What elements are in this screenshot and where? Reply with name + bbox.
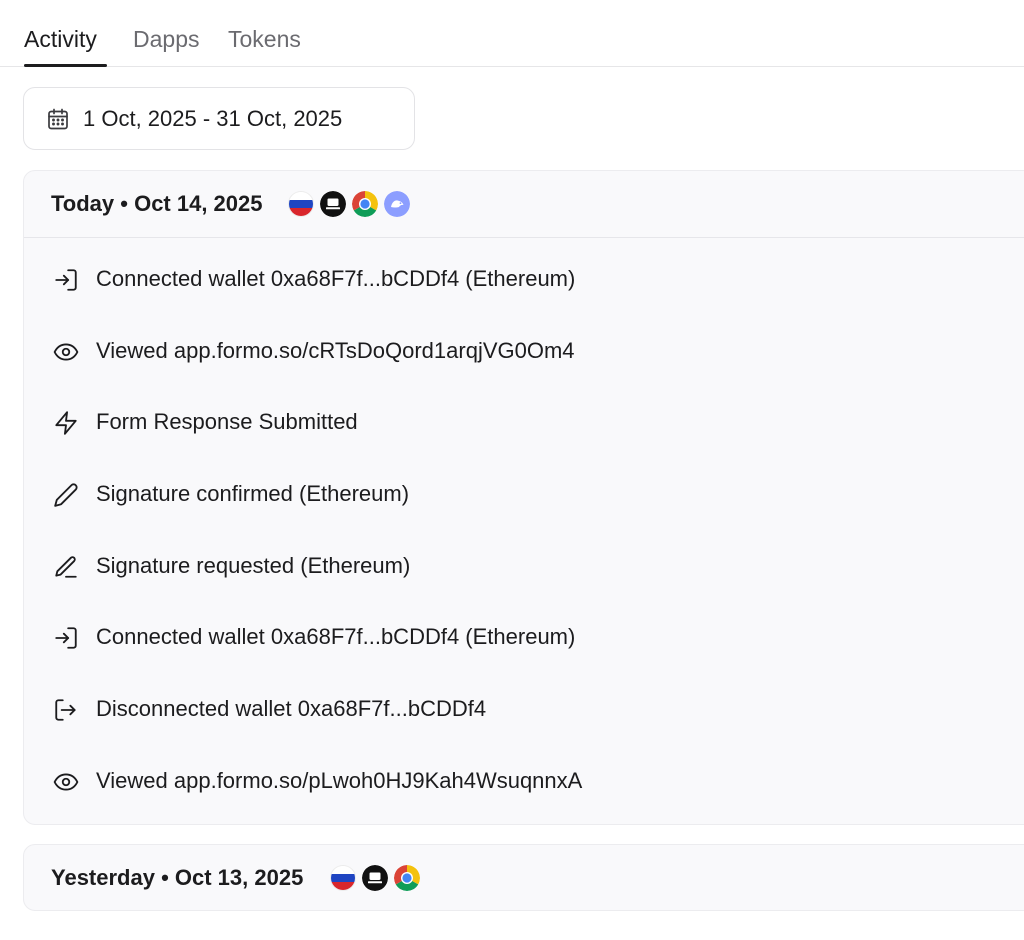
activity-row[interactable]: Viewed app.formo.so/pLwoh0HJ9Kah4Wsuqnnx…: [24, 761, 1024, 801]
desktop-device-icon: [362, 865, 388, 891]
logout-icon: [53, 697, 79, 723]
login-icon: [53, 625, 79, 651]
activity-row[interactable]: Signature confirmed (Ethereum): [24, 474, 1024, 514]
chrome-browser-icon: [352, 191, 378, 217]
pencil-line-icon: [53, 554, 79, 580]
activity-row[interactable]: Viewed app.formo.so/cRTsDoQord1arqjVG0Om…: [24, 331, 1024, 371]
eye-icon: [53, 339, 79, 365]
activity-text: Viewed app.formo.so/cRTsDoQord1arqjVG0Om…: [96, 338, 575, 363]
activity-row[interactable]: Connected wallet 0xa68F7f...bCDDf4 (Ethe…: [24, 259, 1024, 299]
russia-flag-icon: [330, 865, 356, 891]
day-header[interactable]: Yesterday • Oct 13, 2025: [24, 845, 1024, 912]
activity-text: Signature confirmed (Ethereum): [96, 481, 410, 506]
activity-row[interactable]: Disconnected wallet 0xa68F7f...bCDDf4: [24, 689, 1024, 729]
tab-tokens[interactable]: Tokens: [228, 24, 301, 54]
chrome-browser-icon: [394, 865, 420, 891]
day-group-today: Today • Oct 14, 2025 Connected wallet 0x…: [23, 170, 1024, 825]
calendar-icon: [46, 107, 70, 131]
activity-row[interactable]: Connected wallet 0xa68F7f...bCDDf4 (Ethe…: [24, 617, 1024, 657]
day-title: Today • Oct 14, 2025: [51, 191, 263, 216]
date-range-label: 1 Oct, 2025 - 31 Oct, 2025: [83, 106, 343, 131]
activity-row[interactable]: Form Response Submitted: [24, 402, 1024, 442]
tab-activity[interactable]: Activity: [24, 24, 97, 54]
session-badges: [288, 191, 410, 217]
lightning-icon: [53, 410, 79, 436]
russia-flag-icon: [288, 191, 314, 217]
login-icon: [53, 267, 79, 293]
day-title: Yesterday • Oct 13, 2025: [51, 865, 304, 890]
desktop-device-icon: [320, 191, 346, 217]
activity-text: Viewed app.formo.so/pLwoh0HJ9Kah4Wsuqnnx…: [96, 768, 583, 793]
session-badges: [330, 865, 420, 891]
discord-icon: [384, 191, 410, 217]
tab-dapps[interactable]: Dapps: [133, 24, 199, 54]
activity-row[interactable]: Signature requested (Ethereum): [24, 546, 1024, 586]
date-range-picker[interactable]: 1 Oct, 2025 - 31 Oct, 2025: [23, 87, 415, 150]
activity-text: Connected wallet 0xa68F7f...bCDDf4 (Ethe…: [96, 624, 576, 649]
eye-icon: [53, 769, 79, 795]
day-group-yesterday: Yesterday • Oct 13, 2025: [23, 844, 1024, 911]
activity-text: Disconnected wallet 0xa68F7f...bCDDf4: [96, 696, 487, 721]
day-header[interactable]: Today • Oct 14, 2025: [24, 171, 1024, 238]
activity-text: Signature requested (Ethereum): [96, 553, 411, 578]
activity-text: Form Response Submitted: [96, 409, 358, 434]
active-tab-indicator: [24, 64, 107, 67]
activity-text: Connected wallet 0xa68F7f...bCDDf4 (Ethe…: [96, 266, 576, 291]
tab-bar: Activity Dapps Tokens: [0, 0, 1024, 67]
pencil-icon: [53, 482, 79, 508]
